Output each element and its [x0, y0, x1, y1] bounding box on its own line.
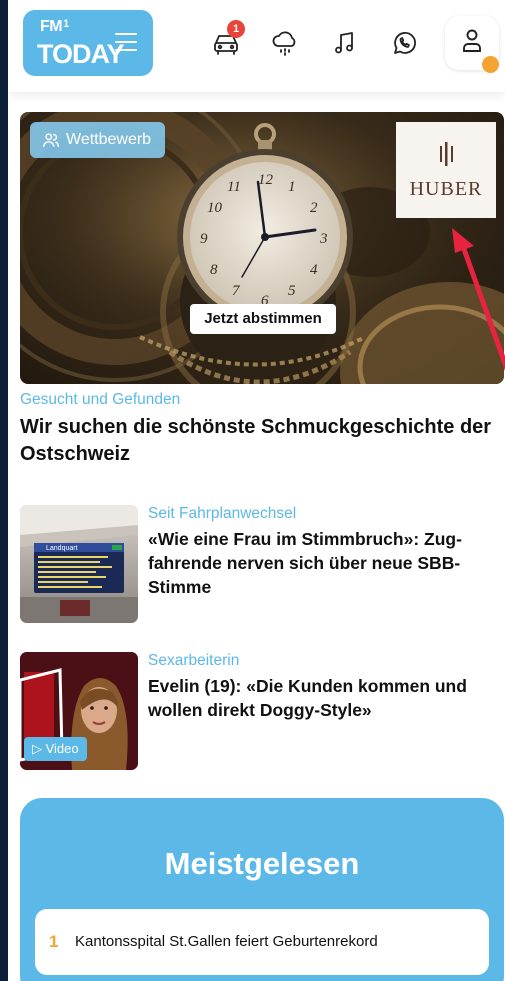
svg-text:12: 12 — [258, 172, 274, 188]
hero-kicker[interactable]: Gesucht und Gefunden — [20, 391, 180, 409]
top-header: FM1 TODAY 1 — [8, 0, 505, 92]
cloud-rain-icon[interactable] — [270, 28, 300, 58]
most-read-title: Meistgelesen — [164, 846, 360, 881]
car-icon[interactable]: 1 — [211, 20, 245, 58]
hero-headline[interactable]: Wir suchen die schönste Schmuckgeschicht… — [20, 414, 505, 468]
hero-teaser[interactable]: 12 1 2 3 4 5 6 7 8 9 10 11 Wettbewerb HU… — [20, 112, 504, 384]
whatsapp-icon[interactable] — [389, 28, 419, 58]
article-text: Sexarbeiterin Evelin (19): «Die Kunden k… — [148, 652, 503, 722]
status-dot — [482, 56, 499, 73]
svg-text:2: 2 — [310, 200, 318, 216]
music-icon[interactable] — [330, 28, 360, 58]
logo-today-text: TODAY — [37, 39, 125, 69]
huber-emblem-icon — [440, 142, 453, 166]
svg-text:5: 5 — [288, 283, 296, 299]
contest-tag[interactable]: Wettbewerb — [30, 122, 166, 158]
svg-text:8: 8 — [210, 262, 218, 278]
svg-text:3: 3 — [319, 231, 328, 247]
profile-button[interactable] — [445, 16, 499, 73]
most-read-headline[interactable]: Kantonsspital St.Gallen feiert Geburtenr… — [75, 933, 378, 950]
logo-fm-text: FM1 — [40, 18, 69, 35]
most-read-item[interactable]: 1 Kantonsspital St.Gallen feiert Geburte… — [35, 909, 489, 975]
article-text: Seit Fahrplanwechsel «Wie eine Frau im S… — [148, 505, 503, 599]
huber-wordmark: HUBER — [409, 178, 483, 200]
train-board-thumbnail: Landquart — [20, 505, 138, 623]
vote-now-button[interactable]: Jetzt abstimmen — [190, 304, 336, 334]
notification-badge: 1 — [227, 20, 245, 38]
article-kicker[interactable]: Seit Fahrplanwechsel — [148, 505, 503, 523]
most-read-section: Meistgelesen 1 Kantonsspital St.Gallen f… — [20, 798, 504, 981]
fm1-today-logo[interactable]: FM1 TODAY — [23, 10, 153, 76]
article-headline[interactable]: Evelin (19): «Die Kunden kommen und woll… — [148, 674, 503, 722]
article-headline[interactable]: «Wie eine Frau im Stimmbruch»: Zug­fahre… — [148, 527, 503, 599]
huber-sponsor-logo: HUBER — [396, 122, 496, 218]
article-item[interactable]: ▷ Video Sexarbeiterin Evelin (19): «Die … — [20, 652, 505, 772]
svg-text:10: 10 — [207, 200, 223, 216]
board-destination: Landquart — [46, 545, 78, 552]
svg-text:11: 11 — [227, 179, 241, 195]
app-frame: FM1 TODAY 1 12 1 2 3 4 5 6 7 8 9 10 11 W… — [8, 0, 505, 981]
article-item[interactable]: Landquart Seit Fahrplanwechsel «Wie eine… — [20, 505, 505, 625]
interview-video-thumbnail: ▷ Video — [20, 652, 138, 770]
contest-tag-label: Wettbewerb — [66, 131, 152, 148]
video-tag[interactable]: ▷ Video — [24, 737, 87, 761]
play-icon: ▷ — [32, 741, 46, 756]
user-icon — [463, 29, 481, 52]
svg-text:9: 9 — [200, 231, 208, 247]
hamburger-menu-icon[interactable] — [115, 33, 137, 51]
article-kicker[interactable]: Sexarbeiterin — [148, 652, 503, 670]
svg-text:4: 4 — [310, 262, 318, 278]
svg-text:1: 1 — [288, 179, 296, 195]
users-icon — [43, 133, 59, 148]
most-read-rank: 1 — [49, 932, 59, 951]
